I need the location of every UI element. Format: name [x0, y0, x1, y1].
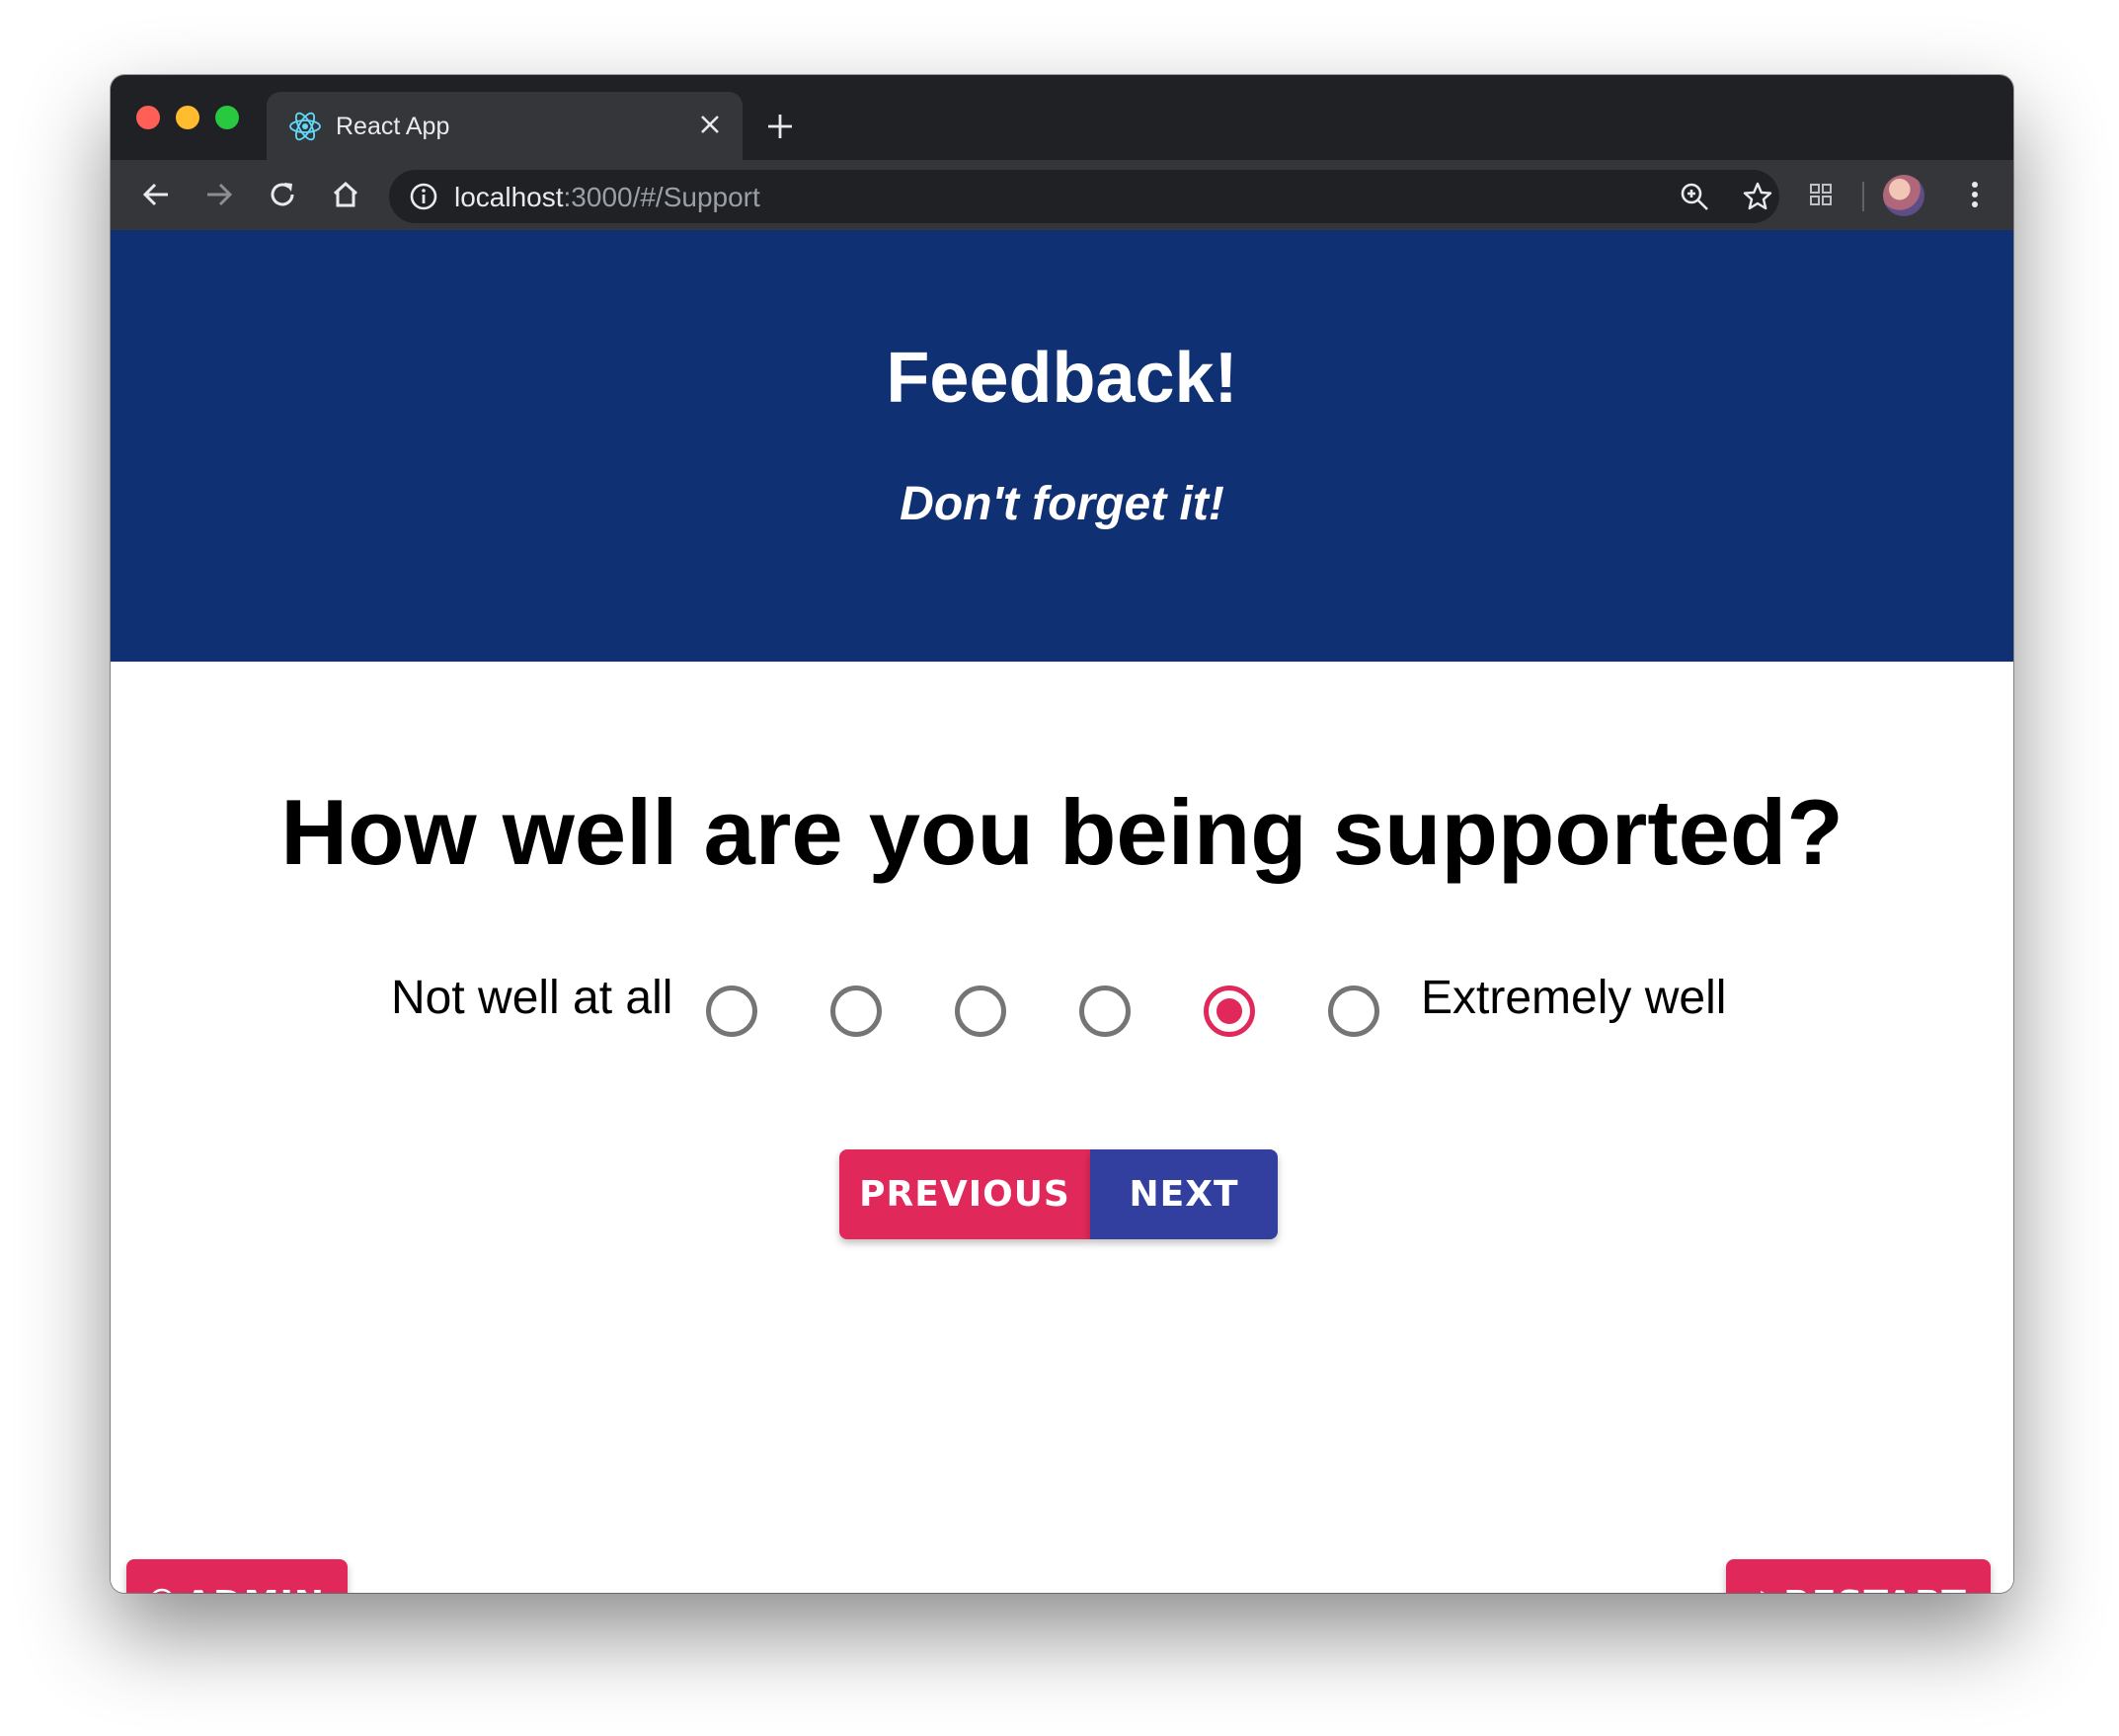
browser-menu-icon[interactable] [1953, 173, 1997, 216]
url-text: localhost:3000/#/Support [454, 182, 760, 212]
zoom-icon[interactable] [1679, 181, 1710, 217]
profile-avatar[interactable] [1883, 175, 1924, 216]
site-info-icon[interactable] [409, 182, 438, 216]
forward-icon[interactable] [197, 173, 241, 216]
page-content: Feedback! Don't forget it! How well are … [111, 230, 2013, 1593]
maximize-window-button[interactable] [215, 106, 239, 129]
rating-option-2[interactable] [830, 986, 882, 1037]
rating-option-1[interactable] [706, 986, 757, 1037]
close-window-button[interactable] [136, 106, 160, 129]
react-logo-icon [288, 110, 322, 143]
address-bar[interactable]: localhost:3000/#/Support [389, 170, 1779, 223]
rating-option-5[interactable] [1204, 986, 1255, 1037]
rating-option-6[interactable] [1328, 986, 1379, 1037]
home-icon[interactable] [324, 173, 367, 216]
tab-react-app[interactable]: React App [267, 92, 743, 160]
star-circle-icon [149, 1588, 175, 1593]
hero-banner: Feedback! Don't forget it! [111, 230, 2013, 662]
extensions-icon[interactable] [1799, 173, 1843, 216]
minimize-window-button[interactable] [176, 106, 199, 129]
bookmark-star-icon[interactable] [1742, 181, 1773, 217]
back-icon[interactable] [134, 173, 178, 216]
scale-high-label: Extremely well [1421, 972, 1727, 1024]
tab-bar: React App [111, 75, 2013, 160]
next-button[interactable]: NEXT [1090, 1149, 1278, 1239]
scale-low-label: Not well at all [391, 972, 673, 1024]
rating-option-4[interactable] [1079, 986, 1131, 1037]
hero-title: Feedback! [886, 339, 1238, 418]
admin-label: ADMIN [185, 1584, 325, 1593]
previous-button[interactable]: PREVIOUS [839, 1149, 1090, 1239]
restart-label: RESTART [1783, 1584, 1967, 1593]
reload-icon[interactable] [261, 173, 304, 216]
tab-title: React App [336, 113, 450, 140]
browser-toolbar: localhost:3000/#/Support [111, 160, 2013, 230]
restart-button[interactable]: RESTART [1726, 1559, 1991, 1593]
refresh-icon [1750, 1589, 1773, 1593]
rating-option-3[interactable] [955, 986, 1006, 1037]
browser-window: React App localhost:3000/#/Support Feedb… [111, 75, 2013, 1593]
question-heading: How well are you being supported? [280, 780, 1844, 884]
admin-button[interactable]: ADMIN [126, 1559, 348, 1593]
new-tab-icon[interactable] [760, 107, 800, 146]
toolbar-divider [1862, 182, 1864, 211]
hero-subtitle: Don't forget it! [900, 478, 1224, 530]
close-tab-icon[interactable] [691, 106, 729, 143]
